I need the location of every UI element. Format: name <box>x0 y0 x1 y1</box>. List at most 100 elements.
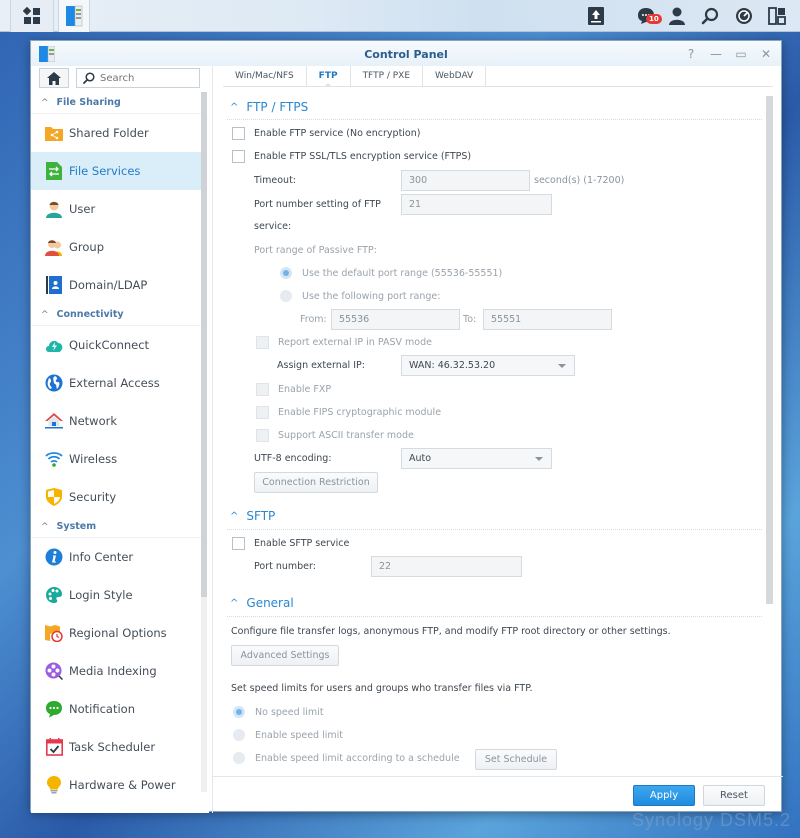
sidebar-item-login-style[interactable]: Login Style <box>31 576 201 614</box>
enable-fips-checkbox[interactable] <box>256 406 269 419</box>
ascii-mode-checkbox[interactable] <box>256 429 269 442</box>
sidebar-item-external-access[interactable]: External Access <box>31 364 201 402</box>
sidebar-scrollbar[interactable] <box>201 92 207 792</box>
utf8-select[interactable]: Auto <box>401 448 552 469</box>
quickconnect-icon <box>45 336 63 354</box>
sidebar-item-info-center[interactable]: Info Center <box>31 538 201 576</box>
port-from-input[interactable] <box>331 309 460 330</box>
divider <box>227 119 762 120</box>
passive-default-radio[interactable] <box>280 267 292 279</box>
info-icon <box>45 548 63 566</box>
close-button[interactable]: ✕ <box>758 46 774 62</box>
minimize-button[interactable]: — <box>708 46 724 62</box>
home-button[interactable] <box>39 68 69 88</box>
network-icon <box>45 412 63 430</box>
watermark: Synology DSM5.2 <box>632 810 792 830</box>
upload-button[interactable] <box>583 0 609 32</box>
speed-limit-description: Set speed limits for users and groups wh… <box>231 683 533 694</box>
enable-fxp-checkbox[interactable] <box>256 383 269 396</box>
sidebar-item-quickconnect[interactable]: QuickConnect <box>31 326 201 364</box>
control-panel-taskbar-button[interactable] <box>58 0 90 32</box>
sidebar-search-input[interactable] <box>100 72 190 84</box>
search-button[interactable] <box>697 0 723 32</box>
chevron-up-icon: ^ <box>41 97 49 108</box>
sidebar-item-wireless[interactable]: Wireless <box>31 440 201 478</box>
sidebar-item-user[interactable]: User <box>31 190 201 228</box>
sidebar-scrollbar-thumb[interactable] <box>201 92 207 597</box>
notifications-button[interactable]: 10 <box>633 0 662 32</box>
sidebar-item-network[interactable]: Network <box>31 402 201 440</box>
enable-speed-limit-radio[interactable] <box>233 729 245 741</box>
widgets-button[interactable] <box>764 0 790 32</box>
main-menu-icon <box>23 7 40 24</box>
sidebar-search[interactable] <box>76 68 200 88</box>
sftp-section-header[interactable]: ^ SFTP <box>230 509 275 523</box>
enable-ftp-checkbox[interactable] <box>232 127 245 140</box>
regional-options-icon <box>45 624 63 642</box>
port-label-line-2: service: <box>254 221 292 232</box>
sidebar: ^File Sharing Shared Folder File Service… <box>31 66 209 813</box>
window-titlebar[interactable]: Control Panel ? — ▭ ✕ <box>31 41 781 66</box>
sidebar-item-domain-ldap[interactable]: Domain/LDAP <box>31 266 201 304</box>
passive-custom-radio[interactable] <box>280 290 292 302</box>
enable-ftps-checkbox[interactable] <box>232 150 245 163</box>
utf8-label: UTF-8 encoding: <box>254 453 332 464</box>
sidebar-item-regional-options[interactable]: Regional Options <box>31 614 201 652</box>
media-indexing-icon <box>45 662 63 680</box>
enable-sftp-checkbox[interactable] <box>232 537 245 550</box>
sidebar-item-file-services[interactable]: File Services <box>31 152 201 190</box>
task-scheduler-icon <box>45 738 63 756</box>
general-section-header[interactable]: ^ General <box>230 596 294 610</box>
port-label-line-1: Port number setting of FTP <box>254 199 381 210</box>
maximize-button[interactable]: ▭ <box>733 46 749 62</box>
enable-fips-row: Enable FIPS cryptographic module <box>256 406 441 419</box>
gauge-icon <box>736 8 752 24</box>
speed-schedule-radio[interactable] <box>233 752 245 764</box>
help-button[interactable]: ? <box>683 46 699 62</box>
sftp-port-input[interactable] <box>371 556 522 577</box>
ftp-port-input[interactable] <box>401 194 552 215</box>
passive-default-row: Use the default port range (55536-55551) <box>280 267 502 279</box>
sidebar-item-notification[interactable]: Notification <box>31 690 201 728</box>
tab-win-mac-nfs[interactable]: Win/Mac/NFS <box>223 66 307 86</box>
reset-button[interactable]: Reset <box>703 785 765 806</box>
advanced-settings-button[interactable]: Advanced Settings <box>231 645 339 666</box>
user-icon <box>45 200 63 218</box>
tab-tftp-pxe[interactable]: TFTP / PXE <box>351 66 424 86</box>
timeout-input[interactable] <box>401 170 530 191</box>
user-menu-button[interactable] <box>664 0 690 32</box>
content-scrollbar[interactable] <box>766 96 773 604</box>
connection-restriction-button[interactable]: Connection Restriction <box>254 472 378 493</box>
sidebar-item-hardware-power[interactable]: Hardware & Power <box>31 766 201 804</box>
file-services-icon <box>45 162 63 180</box>
ftp-section-header[interactable]: ^ FTP / FTPS <box>230 100 308 114</box>
report-ip-checkbox[interactable] <box>256 336 269 349</box>
tab-ftp[interactable]: FTP <box>307 66 351 87</box>
sidebar-item-task-scheduler[interactable]: Task Scheduler <box>31 728 201 766</box>
main-menu-button[interactable] <box>10 0 54 32</box>
no-speed-limit-radio[interactable] <box>233 706 245 718</box>
port-to-input[interactable] <box>483 309 612 330</box>
sidebar-section-system[interactable]: ^ System <box>31 516 201 538</box>
apply-button[interactable]: Apply <box>633 785 695 806</box>
tab-webdav[interactable]: WebDAV <box>423 66 487 86</box>
sidebar-section-connectivity[interactable]: ^ Connectivity <box>31 304 201 326</box>
wifi-icon <box>45 450 63 468</box>
dropdown-caret-icon <box>558 364 566 368</box>
sidebar-section-file-sharing[interactable]: ^ File Sharing <box>31 92 201 114</box>
no-speed-limit-row: No speed limit <box>233 706 324 718</box>
chevron-up-icon: ^ <box>41 521 49 532</box>
sidebar-item-security[interactable]: Security <box>31 478 201 516</box>
enable-sftp-row: Enable SFTP service <box>232 537 349 550</box>
general-description: Configure file transfer logs, anonymous … <box>231 626 671 637</box>
set-schedule-button[interactable]: Set Schedule <box>475 749 557 770</box>
sidebar-item-group[interactable]: Group <box>31 228 201 266</box>
sftp-port-label: Port number: <box>254 561 316 572</box>
sidebar-item-shared-folder[interactable]: Shared Folder <box>31 114 201 152</box>
resource-monitor-button[interactable] <box>731 0 757 32</box>
group-icon <box>45 238 63 256</box>
sidebar-item-media-indexing[interactable]: Media Indexing <box>31 652 201 690</box>
search-icon <box>701 7 719 25</box>
passive-custom-row: Use the following port range: <box>280 290 440 302</box>
assign-ip-select[interactable]: WAN: 46.32.53.20 <box>401 355 575 376</box>
